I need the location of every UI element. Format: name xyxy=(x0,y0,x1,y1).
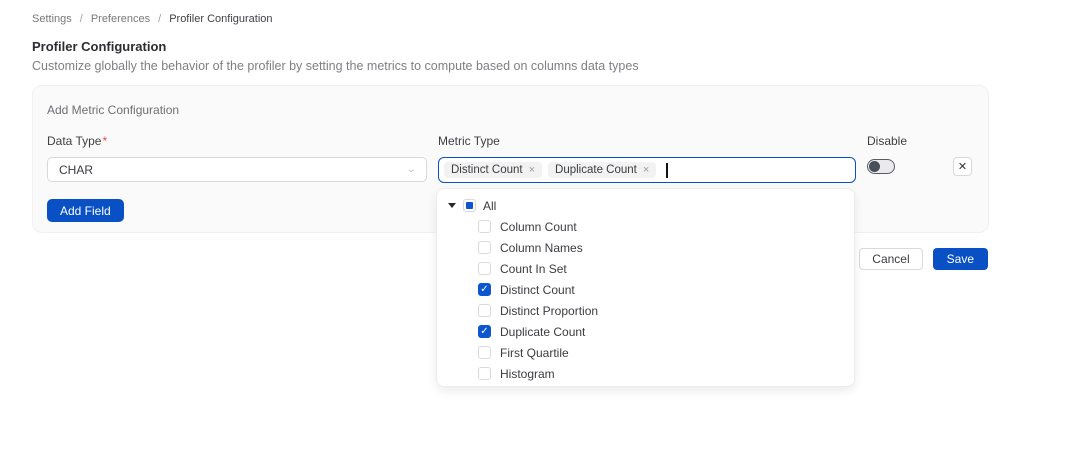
breadcrumb-preferences[interactable]: Preferences xyxy=(91,13,150,25)
dropdown-option[interactable]: ✓ Distinct Count xyxy=(437,279,854,300)
dropdown-option[interactable]: ✓ Count In Set xyxy=(437,258,854,279)
breadcrumb-profiler-configuration: Profiler Configuration xyxy=(169,13,272,25)
remove-row-button[interactable]: ✕ xyxy=(953,157,972,176)
metric-config-row: Data Type* CHAR ⌄ Metric Type Distinct C… xyxy=(47,134,974,183)
dropdown-option[interactable]: ✓ Column Count xyxy=(437,216,854,237)
disable-toggle[interactable] xyxy=(867,159,895,174)
checkbox[interactable]: ✓ xyxy=(478,346,491,359)
breadcrumb-separator: / xyxy=(158,13,161,25)
breadcrumb: Settings / Preferences / Profiler Config… xyxy=(32,13,273,25)
dropdown-option-label: Column Names xyxy=(500,241,583,255)
metric-tag: Distinct Count × xyxy=(444,162,542,178)
metric-tag-label: Distinct Count xyxy=(451,164,523,176)
dropdown-option-label: First Quartile xyxy=(500,346,569,360)
page-title: Profiler Configuration xyxy=(32,39,166,54)
data-type-select[interactable]: CHAR ⌄ xyxy=(47,157,427,182)
dropdown-option-all[interactable]: All xyxy=(437,195,854,216)
add-field-button[interactable]: Add Field xyxy=(47,199,124,222)
metric-tag: Duplicate Count × xyxy=(548,162,656,178)
text-cursor xyxy=(666,163,668,178)
metric-type-dropdown: All ✓ Column Count ✓ Column Names ✓ Coun… xyxy=(436,188,855,387)
dropdown-option-label: Count In Set xyxy=(500,262,567,276)
checkbox[interactable]: ✓ xyxy=(478,220,491,233)
chevron-down-icon: ⌄ xyxy=(405,164,416,175)
check-icon: ✓ xyxy=(479,284,490,295)
checkbox[interactable]: ✓ xyxy=(478,241,491,254)
dropdown-option[interactable]: ✓ Column Names xyxy=(437,237,854,258)
metric-type-column: Metric Type Distinct Count × Duplicate C… xyxy=(438,134,856,183)
required-asterisk: * xyxy=(102,134,107,148)
save-button[interactable]: Save xyxy=(933,248,988,270)
disable-label: Disable xyxy=(867,134,974,148)
data-type-value: CHAR xyxy=(59,163,93,177)
dropdown-option[interactable]: ✓ Histogram xyxy=(437,363,854,384)
breadcrumb-separator: / xyxy=(80,13,83,25)
dropdown-option-label: Distinct Proportion xyxy=(500,304,598,318)
checkbox[interactable]: ✓ xyxy=(478,304,491,317)
metric-tag-label: Duplicate Count xyxy=(555,164,637,176)
panel-title: Add Metric Configuration xyxy=(47,103,974,117)
checkbox[interactable]: ✓ xyxy=(478,367,491,380)
data-type-column: Data Type* CHAR ⌄ xyxy=(47,134,427,183)
dropdown-option-label: Duplicate Count xyxy=(500,325,585,339)
metric-type-label: Metric Type xyxy=(438,134,856,148)
breadcrumb-settings[interactable]: Settings xyxy=(32,13,72,25)
toggle-knob xyxy=(869,161,880,172)
dropdown-option-label: All xyxy=(483,199,496,213)
check-icon: ✓ xyxy=(479,326,490,337)
checkbox[interactable]: ✓ xyxy=(478,283,491,296)
dropdown-option-label: Histogram xyxy=(500,367,555,381)
tag-close-icon[interactable]: × xyxy=(529,164,535,176)
cancel-button[interactable]: Cancel xyxy=(859,248,922,270)
dropdown-option-label: Distinct Count xyxy=(500,283,575,297)
metric-type-multiselect[interactable]: Distinct Count × Duplicate Count × xyxy=(438,157,856,183)
tag-close-icon[interactable]: × xyxy=(643,164,649,176)
footer-actions: Cancel Save xyxy=(859,248,988,270)
page-subtitle: Customize globally the behavior of the p… xyxy=(32,59,639,73)
dropdown-option[interactable]: ✓ Distinct Proportion xyxy=(437,300,854,321)
disable-column: Disable ✕ xyxy=(867,134,974,183)
checkbox-all[interactable] xyxy=(463,199,476,212)
caret-down-icon[interactable] xyxy=(448,203,456,208)
disable-controls: ✕ xyxy=(867,157,974,176)
checkbox[interactable]: ✓ xyxy=(478,262,491,275)
checkbox[interactable]: ✓ xyxy=(478,325,491,338)
data-type-label: Data Type* xyxy=(47,134,427,148)
dropdown-option-label: Column Count xyxy=(500,220,577,234)
profiler-configuration-page: Settings / Preferences / Profiler Config… xyxy=(0,0,1072,450)
dropdown-option[interactable]: ✓ Duplicate Count xyxy=(437,321,854,342)
dropdown-option[interactable]: ✓ First Quartile xyxy=(437,342,854,363)
